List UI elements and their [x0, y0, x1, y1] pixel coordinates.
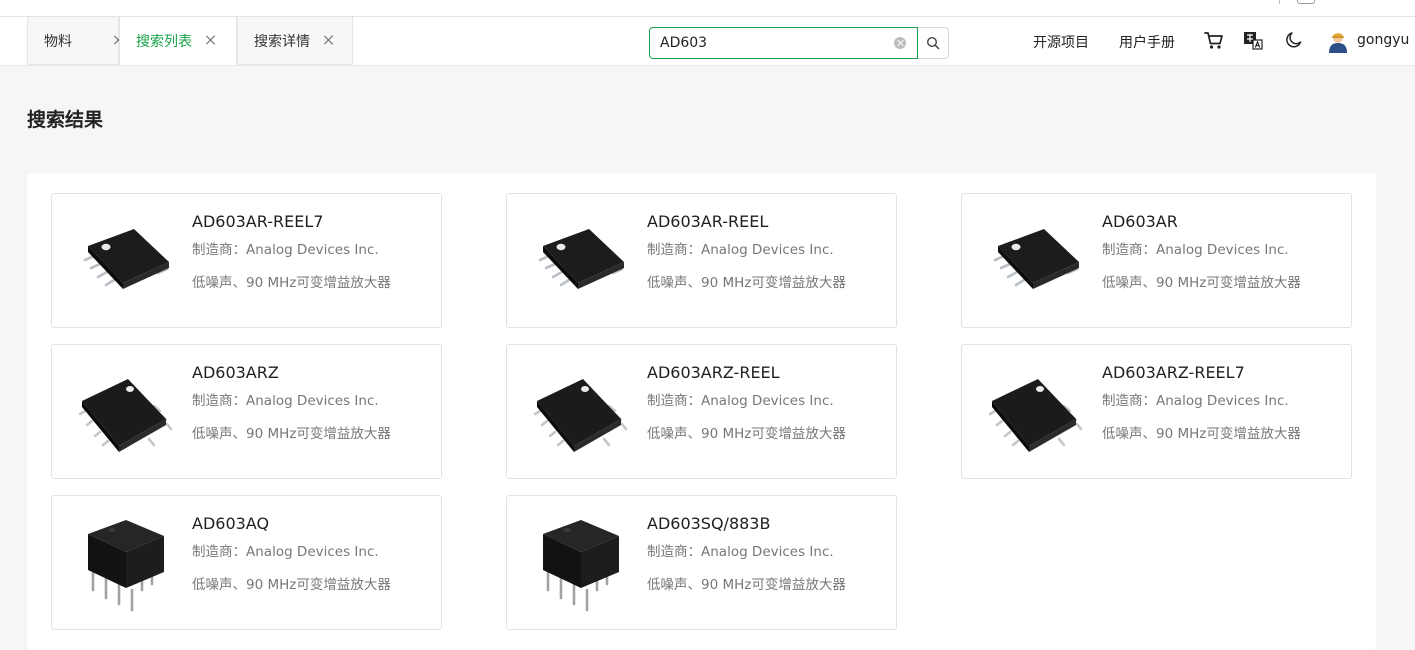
part-description: 低噪声、90 MHz可变增益放大器: [192, 426, 391, 442]
divider: [1279, 0, 1280, 4]
part-name[interactable]: AD603SQ/883B: [647, 514, 770, 533]
part-description: 低噪声、90 MHz可变增益放大器: [1102, 275, 1301, 291]
chip-image: [78, 361, 174, 461]
result-card[interactable]: AD603ARZ-REEL7 制造商：Analog Devices Inc. 低噪声…: [961, 344, 1352, 479]
window-top-strip: [0, 0, 1415, 17]
close-icon[interactable]: [324, 35, 334, 45]
tab-label: 搜索列表: [136, 33, 192, 50]
manufacturer-label: 制造商：Analog Devices Inc.: [1102, 393, 1289, 409]
open-source-link[interactable]: 开源项目: [1033, 32, 1089, 52]
manufacturer-label: 制造商：Analog Devices Inc.: [647, 242, 834, 258]
result-card[interactable]: AD603AR-REEL7 制造商：Analog Devices Inc. 低噪声、…: [51, 193, 442, 328]
part-description: 低噪声、90 MHz可变增益放大器: [647, 577, 846, 593]
part-description: 低噪声、90 MHz可变增益放大器: [647, 426, 846, 442]
chip-image: [533, 512, 629, 612]
username[interactable]: gongyu: [1357, 32, 1409, 48]
close-icon[interactable]: [206, 35, 216, 45]
part-description: 低噪声、90 MHz可变增益放大器: [192, 275, 391, 291]
result-card[interactable]: AD603AQ 制造商：Analog Devices Inc. 低噪声、90 MHz…: [51, 495, 442, 630]
part-name[interactable]: AD603AR-REEL: [647, 212, 768, 231]
part-name[interactable]: AD603AR-REEL7: [192, 212, 323, 231]
part-name[interactable]: AD603AQ: [192, 514, 269, 533]
result-card[interactable]: AD603AR 制造商：Analog Devices Inc. 低噪声、90 MHz…: [961, 193, 1352, 328]
tab-label: 物料: [44, 33, 72, 50]
result-card[interactable]: AD603AR-REEL 制造商：Analog Devices Inc. 低噪声、9…: [506, 193, 897, 328]
part-description: 低噪声、90 MHz可变增益放大器: [1102, 426, 1301, 442]
results-panel: AD603AR-REEL7 制造商：Analog Devices Inc. 低噪声、…: [27, 173, 1376, 650]
manufacturer-label: 制造商：Analog Devices Inc.: [647, 544, 834, 560]
result-card[interactable]: AD603SQ/883B 制造商：Analog Devices Inc. 低噪声、9…: [506, 495, 897, 630]
chip-image: [533, 210, 629, 310]
translate-icon[interactable]: [1243, 31, 1263, 50]
manufacturer-label: 制造商：Analog Devices Inc.: [647, 393, 834, 409]
search-box: [649, 27, 918, 59]
part-description: 低噪声、90 MHz可变增益放大器: [647, 275, 846, 291]
part-description: 低噪声、90 MHz可变增益放大器: [192, 577, 391, 593]
page-title: 搜索结果: [27, 109, 104, 131]
tab-search-list[interactable]: 搜索列表: [119, 17, 237, 65]
chip-image: [988, 210, 1084, 310]
chip-image: [988, 361, 1084, 461]
chip-image: [78, 210, 174, 310]
result-card[interactable]: AD603ARZ-REEL 制造商：Analog Devices Inc. 低噪声、…: [506, 344, 897, 479]
manufacturer-label: 制造商：Analog Devices Inc.: [1102, 242, 1289, 258]
tab-search-detail[interactable]: 搜索详情: [237, 17, 353, 65]
user-manual-link[interactable]: 用户手册: [1119, 32, 1175, 52]
chip-image: [533, 361, 629, 461]
search-button[interactable]: [918, 27, 949, 59]
search-input[interactable]: [660, 33, 885, 53]
part-name[interactable]: AD603ARZ-REEL7: [1102, 363, 1245, 382]
app-header: 物料 搜索列表 搜索详情 开源项目 用户手册: [0, 17, 1415, 66]
chip-image: [78, 512, 174, 612]
part-name[interactable]: AD603ARZ-REEL: [647, 363, 780, 382]
dark-mode-icon[interactable]: [1285, 31, 1303, 49]
manufacturer-label: 制造商：Analog Devices Inc.: [192, 393, 379, 409]
manufacturer-label: 制造商：Analog Devices Inc.: [192, 242, 379, 258]
clear-icon[interactable]: [894, 37, 906, 49]
search-icon: [926, 36, 940, 50]
part-name[interactable]: AD603AR: [1102, 212, 1178, 231]
window-control-icon[interactable]: [1297, 0, 1315, 4]
tab-materials[interactable]: 物料: [27, 17, 119, 65]
result-card[interactable]: AD603ARZ 制造商：Analog Devices Inc. 低噪声、90 MH…: [51, 344, 442, 479]
avatar[interactable]: [1328, 29, 1348, 53]
part-name[interactable]: AD603ARZ: [192, 363, 279, 382]
cart-icon[interactable]: [1204, 31, 1224, 50]
manufacturer-label: 制造商：Analog Devices Inc.: [192, 544, 379, 560]
tab-label: 搜索详情: [254, 33, 310, 50]
